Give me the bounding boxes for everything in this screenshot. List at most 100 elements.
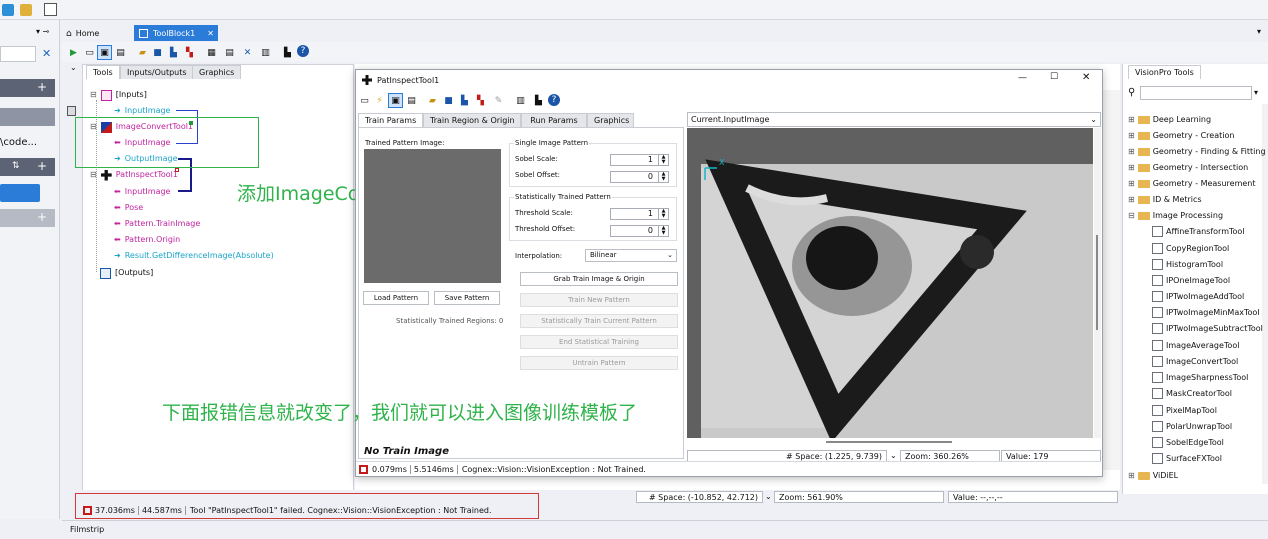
- tab-inputs-outputs[interactable]: Inputs/Outputs: [120, 65, 194, 79]
- expand-icon[interactable]: ⊞: [1128, 176, 1135, 191]
- import-icon[interactable]: ▙: [166, 45, 181, 60]
- vision-tools-folder[interactable]: ⊞ Deep Learning: [1128, 112, 1211, 127]
- interpolation-select[interactable]: Bilinear ⌄: [585, 249, 677, 262]
- vision-tools-item[interactable]: CopyRegionTool: [1152, 241, 1229, 256]
- vision-tools-item[interactable]: HistogramTool: [1152, 257, 1223, 272]
- run-icon[interactable]: ▶: [66, 45, 81, 60]
- dlg-tab-graphics[interactable]: Graphics: [587, 113, 634, 127]
- terminal-icon[interactable]: ▤: [222, 45, 237, 60]
- vision-tools-scrollbar[interactable]: [1262, 104, 1268, 484]
- stat-train-button[interactable]: Statistically Train Current Pattern: [520, 314, 678, 328]
- vision-tools-folder[interactable]: ⊞ Geometry - Intersection: [1128, 160, 1248, 175]
- spin-icon[interactable]: ▲ ▼: [658, 209, 668, 219]
- doc-tabs-dropdown-icon[interactable]: ▾: [1257, 27, 1261, 36]
- expand-icon[interactable]: ⊞: [1128, 144, 1135, 159]
- sort-icon[interactable]: ⇅: [12, 161, 20, 171]
- vision-search-input[interactable]: [1140, 86, 1252, 100]
- dlg-export-icon[interactable]: ▚: [473, 93, 488, 108]
- expand-icon[interactable]: ⊞: [1128, 192, 1135, 207]
- app-tool-icon-1[interactable]: [2, 4, 14, 16]
- tab-close-icon[interactable]: ✕: [207, 29, 214, 38]
- tree-inputs[interactable]: ⊟ [Inputs]: [90, 88, 147, 102]
- load-pattern-button[interactable]: Load Pattern: [363, 291, 429, 305]
- save-pattern-button[interactable]: Save Pattern: [434, 291, 500, 305]
- left-bar-2[interactable]: [0, 108, 55, 126]
- dialog-close-icon[interactable]: ✕: [1082, 72, 1090, 83]
- image-vscroll-thumb[interactable]: [1096, 235, 1098, 330]
- vision-tools-folder[interactable]: ⊟ Image Processing: [1128, 208, 1223, 223]
- app-tool-icon-2[interactable]: [20, 4, 32, 16]
- left-close-icon[interactable]: ✕: [42, 47, 51, 60]
- tree-pattern-trainimage[interactable]: ⬅ Pattern.TrainImage: [114, 217, 200, 231]
- main-display-scrollbar[interactable]: [1103, 90, 1120, 470]
- dialog-maximize-icon[interactable]: ☐: [1050, 72, 1058, 82]
- left-bar-4[interactable]: [0, 184, 40, 202]
- dlg-display-icon[interactable]: ▥: [513, 93, 528, 108]
- app-tool-icon-3[interactable]: [44, 3, 57, 16]
- expand-icon[interactable]: ⊞: [1128, 468, 1135, 483]
- tree-pattern-origin[interactable]: ⬅ Pattern.Origin: [114, 233, 180, 247]
- vision-tools-folder[interactable]: ⊞ Geometry - Creation: [1128, 128, 1234, 143]
- tree-panel-collapse-icon[interactable]: ⌄: [70, 63, 77, 72]
- vision-tools-item[interactable]: AffineTransformTool: [1152, 224, 1245, 239]
- chart-icon[interactable]: ▙: [280, 45, 295, 60]
- tree-inputimage[interactable]: ➜ InputImage: [114, 104, 170, 118]
- vision-tools-item[interactable]: PixelMapTool: [1152, 403, 1217, 418]
- train-new-pattern-button[interactable]: Train New Pattern: [520, 293, 678, 307]
- filmstrip-bar[interactable]: Filmstrip: [62, 520, 1268, 539]
- tab-toolblock[interactable]: ToolBlock1 ✕: [134, 25, 218, 41]
- expand-icon[interactable]: ⊟: [1128, 208, 1135, 223]
- tab-home[interactable]: ⌂ Home: [66, 26, 128, 41]
- dlg-show-icon[interactable]: ▣: [388, 93, 403, 108]
- threshold-scale-input[interactable]: 1 ▲ ▼: [610, 208, 669, 220]
- save-icon[interactable]: ■: [150, 45, 165, 60]
- tab-visionpro-tools[interactable]: VisionPro Tools: [1128, 65, 1201, 79]
- vision-tools-item[interactable]: SobelEdgeTool: [1152, 435, 1224, 450]
- vision-tools-item[interactable]: IPOneImageTool: [1152, 273, 1230, 288]
- image-source-select[interactable]: Current.InputImage ⌄: [687, 112, 1101, 127]
- vision-tools-item[interactable]: IPTwoImageMinMaxTool: [1152, 305, 1260, 320]
- spin-icon[interactable]: ▲ ▼: [658, 226, 668, 236]
- tree-pat-inputimage[interactable]: ⬅ InputImage: [114, 185, 170, 199]
- tree-result-difference[interactable]: ➜ Result.GetDifferenceImage(Absolute): [114, 249, 274, 263]
- image-hscroll-thumb[interactable]: [826, 441, 952, 443]
- vision-tools-item[interactable]: PolarUnwrapTool: [1152, 419, 1232, 434]
- dialog-minimize-icon[interactable]: —: [1018, 73, 1027, 83]
- grab-train-button[interactable]: Grab Train Image & Origin: [520, 272, 678, 286]
- settings-icon[interactable]: ✕: [240, 45, 255, 60]
- dlg-tab-train-region[interactable]: Train Region & Origin: [423, 113, 521, 127]
- dlg-help-icon[interactable]: ?: [548, 94, 560, 106]
- dlg-import-icon[interactable]: ▙: [457, 93, 472, 108]
- tree-pose[interactable]: ⬅ Pose: [114, 201, 143, 215]
- tab-tools[interactable]: Tools: [86, 65, 120, 79]
- dlg-run-icon[interactable]: ▭: [357, 93, 372, 108]
- help-icon[interactable]: ?: [297, 45, 309, 57]
- tree-patinspecttool[interactable]: ⊟ PatInspectTool1: [90, 168, 178, 182]
- sobel-scale-input[interactable]: 1 ▲ ▼: [610, 154, 669, 166]
- tab-graphics[interactable]: Graphics: [192, 65, 242, 79]
- dlg-chart-icon[interactable]: ▙: [531, 93, 546, 108]
- left-bar-1[interactable]: +: [0, 79, 55, 97]
- vision-tools-folder[interactable]: ⊞ ViDiEL: [1128, 468, 1178, 483]
- dlg-tab-train-params[interactable]: Train Params: [358, 113, 423, 127]
- spin-icon[interactable]: ▲ ▼: [658, 155, 668, 165]
- vision-tools-folder[interactable]: ⊞ Geometry - Measurement: [1128, 176, 1256, 191]
- dlg-tab-run-params[interactable]: Run Params: [521, 113, 587, 127]
- expand-icon[interactable]: ⊞: [1128, 160, 1135, 175]
- script-icon[interactable]: ▦: [204, 45, 219, 60]
- vision-tools-item[interactable]: IPTwoImageAddTool: [1152, 289, 1244, 304]
- layout-icon[interactable]: ▤: [113, 45, 128, 60]
- toolblock-space-dropdown-icon[interactable]: ⌄: [765, 492, 772, 501]
- open-icon[interactable]: ▰: [135, 45, 150, 60]
- untrain-pattern-button[interactable]: Untrain Pattern: [520, 356, 678, 370]
- left-search-input[interactable]: [0, 46, 36, 62]
- vision-tools-item[interactable]: ImageAverageTool: [1152, 338, 1239, 353]
- vision-tools-folder[interactable]: ⊞ Geometry - Finding & Fitting: [1128, 144, 1266, 159]
- left-panel-pin-icon[interactable]: ▾ ⊸: [36, 27, 49, 36]
- dlg-layout-icon[interactable]: ▤: [404, 93, 419, 108]
- run-continuous-icon[interactable]: ▭: [82, 45, 97, 60]
- dialog-titlebar[interactable]: PatInspectTool1: [356, 70, 1102, 90]
- left-bar-3[interactable]: +: [0, 158, 55, 176]
- vision-tools-item[interactable]: MaskCreatorTool: [1152, 386, 1232, 401]
- vision-tools-item[interactable]: ImageConvertTool: [1152, 354, 1238, 369]
